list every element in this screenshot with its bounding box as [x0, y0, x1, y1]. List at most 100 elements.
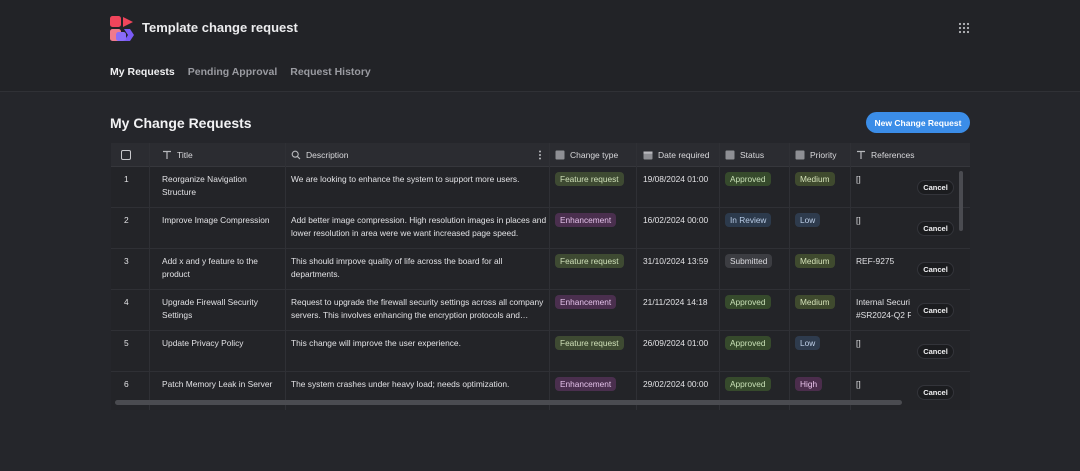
table-row[interactable]: 2 Improve Image Compression Add better ima…: [111, 208, 970, 249]
tab-my-requests[interactable]: My Requests: [110, 66, 175, 78]
nav-tabs: My Requests Pending Approval Request His…: [110, 66, 371, 78]
column-header-references[interactable]: References: [856, 143, 914, 167]
change-type-badge: Enhancement: [555, 377, 617, 391]
references-cell: []: [856, 337, 911, 350]
select-all-checkbox[interactable]: [121, 150, 131, 160]
column-divider: [149, 143, 150, 410]
search-icon: [291, 150, 301, 160]
references-cell: []: [856, 214, 911, 227]
tab-request-history[interactable]: Request History: [290, 66, 371, 78]
reference-line: Internal Securi: [856, 297, 910, 307]
reference-line: #SR2024-Q2 Fi: [856, 309, 911, 320]
app-title: Template change request: [142, 20, 298, 35]
row-index: 5: [124, 338, 129, 348]
calendar-icon: [643, 151, 653, 160]
page-title: My Change Requests: [110, 115, 252, 131]
column-header-date-required[interactable]: Date required: [643, 143, 710, 167]
grid-dots-icon[interactable]: [958, 22, 970, 34]
column-header-change-type[interactable]: Change type: [555, 143, 618, 167]
table-row[interactable]: 4 Upgrade Firewall Security Settings Reque…: [111, 290, 970, 331]
cancel-button[interactable]: Cancel: [917, 180, 954, 195]
app-logo: [110, 16, 134, 41]
priority-badge: Low: [795, 213, 821, 227]
cancel-button[interactable]: Cancel: [917, 385, 954, 400]
column-label-change-type: Change type: [570, 150, 619, 160]
references-cell: []: [856, 378, 911, 391]
priority-badge: Medium: [795, 295, 835, 309]
table-header: Title Description Change type Date requi…: [111, 143, 970, 167]
column-divider: [636, 143, 637, 410]
request-description: The system crashes under heavy load; nee…: [291, 379, 510, 389]
cancel-button[interactable]: Cancel: [917, 221, 954, 236]
column-label-priority: Priority: [810, 150, 837, 160]
change-type-badge: Feature request: [555, 254, 624, 268]
cancel-button[interactable]: Cancel: [917, 303, 954, 318]
horizontal-scrollbar[interactable]: [115, 400, 902, 405]
status-badge: Approved: [725, 336, 771, 350]
column-header-priority[interactable]: Priority: [795, 143, 836, 167]
row-index: 4: [124, 297, 129, 307]
references-cell: REF-9275: [856, 255, 911, 268]
column-header-description[interactable]: Description: [291, 143, 349, 167]
column-divider: [850, 143, 851, 410]
reference-line: []: [856, 338, 861, 348]
table-row[interactable]: 1 Reorganize Navigation Structure We are l…: [111, 167, 970, 208]
column-divider: [549, 143, 550, 410]
status-badge: Approved: [725, 295, 771, 309]
change-type-badge: Feature request: [555, 336, 624, 350]
tab-pending-approval[interactable]: Pending Approval: [188, 66, 277, 78]
new-change-request-button[interactable]: New Change Request: [866, 112, 970, 133]
cancel-button[interactable]: Cancel: [917, 344, 954, 359]
table-row[interactable]: 3 Add x and y feature to the product This …: [111, 249, 970, 290]
change-type-badge: Enhancement: [555, 213, 617, 227]
column-divider: [789, 143, 790, 410]
column-header-status[interactable]: Status: [725, 143, 764, 167]
table-row[interactable]: 5 Update Privacy Policy This change will i…: [111, 331, 970, 372]
priority-badge: Medium: [795, 254, 835, 268]
date-required: 26/09/2024 01:00: [643, 338, 709, 348]
status-badge: Submitted: [725, 254, 773, 268]
request-title: Add x and y feature to the product: [162, 256, 258, 279]
request-title: Patch Memory Leak in Server: [162, 379, 273, 389]
text-type-icon: [163, 150, 171, 159]
reference-line: []: [856, 379, 861, 389]
row-index: 1: [124, 174, 129, 184]
column-label-description: Description: [306, 150, 349, 160]
select-box-icon: [555, 150, 565, 160]
vertical-scrollbar[interactable]: [959, 171, 963, 231]
request-description: Request to upgrade the firewall security…: [291, 297, 544, 320]
change-type-badge: Feature request: [555, 172, 624, 186]
column-label-date-required: Date required: [658, 150, 710, 160]
row-index: 3: [124, 256, 129, 266]
request-description: Add better image compression. High resol…: [291, 215, 547, 238]
requests-table: Title Description Change type Date requi…: [111, 143, 970, 410]
status-badge: Approved: [725, 172, 771, 186]
date-required: 21/11/2024 14:18: [643, 297, 708, 307]
status-badge: In Review: [725, 213, 772, 227]
references-cell: []: [856, 173, 911, 186]
references-cell: Internal Securi #SR2024-Q2 Fi: [856, 296, 911, 322]
row-index: 6: [124, 379, 129, 389]
status-badge: Approved: [725, 377, 771, 391]
priority-badge: High: [795, 377, 823, 391]
request-title: Update Privacy Policy: [162, 338, 244, 348]
column-label-title: Title: [177, 150, 193, 160]
change-type-badge: Enhancement: [555, 295, 617, 309]
request-title: Upgrade Firewall Security Settings: [162, 297, 258, 320]
date-required: 16/02/2024 00:00: [643, 215, 709, 225]
column-menu-icon[interactable]: [538, 150, 542, 160]
priority-badge: Medium: [795, 172, 835, 186]
priority-badge: Low: [795, 336, 821, 350]
select-box-icon: [725, 150, 735, 160]
column-label-status: Status: [740, 150, 765, 160]
date-required: 29/02/2024 00:00: [643, 379, 709, 389]
cancel-button[interactable]: Cancel: [917, 262, 954, 277]
date-required: 19/08/2024 01:00: [643, 174, 709, 184]
text-type-icon: [857, 150, 865, 159]
reference-line: REF-9275: [856, 256, 895, 266]
date-required: 31/10/2024 13:59: [643, 256, 709, 266]
select-box-icon: [795, 150, 805, 160]
column-header-title[interactable]: Title: [162, 143, 193, 167]
request-description: This change will improve the user experi…: [291, 338, 461, 348]
top-bar: Template change request My Requests Pend…: [0, 0, 1080, 92]
